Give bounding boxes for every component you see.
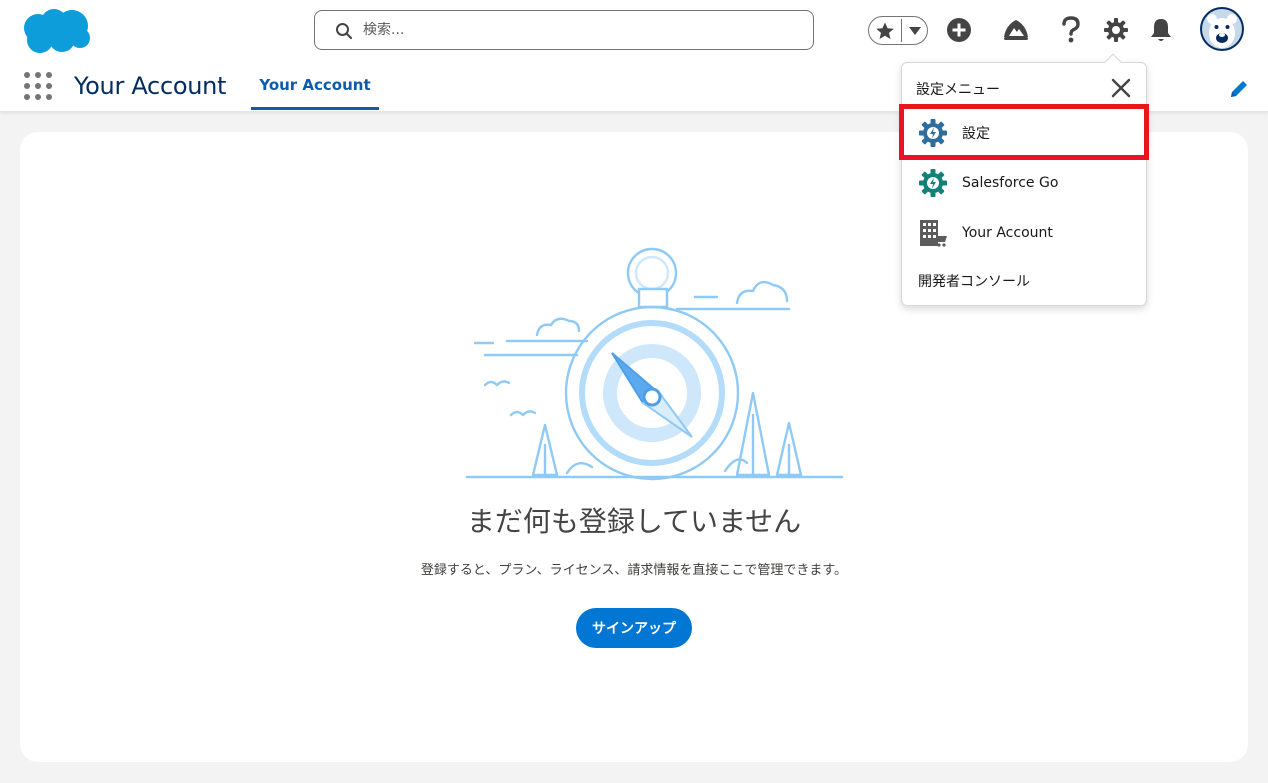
bell-icon — [1151, 19, 1171, 41]
favorites-button[interactable] — [869, 17, 901, 44]
search-icon — [336, 23, 353, 40]
empty-state-title: まだ何も登録していません — [466, 505, 802, 538]
salesforce-go-icon — [919, 169, 947, 197]
close-menu-button[interactable] — [1108, 75, 1134, 101]
menu-item-developer-console[interactable]: 開発者コンソール — [902, 256, 1148, 306]
avatar[interactable] — [1200, 7, 1244, 51]
help-button[interactable] — [1055, 14, 1087, 46]
edit-nav-pencil-icon[interactable] — [1228, 78, 1250, 100]
menu-item-your-account[interactable]: Your Account — [902, 208, 1148, 258]
notifications-button[interactable] — [1145, 14, 1177, 46]
bear-avatar-icon — [1202, 9, 1242, 49]
menu-item-your-account-label: Your Account — [962, 225, 1053, 241]
setup-menu: 設定メニュー 設定 Salesforce Go Your Account 開発者… — [901, 53, 1148, 306]
help-icon — [1062, 16, 1080, 43]
salesforce-cloud-logo[interactable] — [18, 6, 92, 56]
setup-button[interactable] — [1100, 14, 1132, 46]
app-launcher-icon[interactable] — [24, 72, 54, 102]
menu-item-developer-console-label: 開発者コンソール — [918, 274, 1030, 290]
favorites-group — [868, 16, 928, 45]
add-icon — [947, 18, 971, 42]
trailhead-icon — [1004, 20, 1028, 40]
app-name: Your Account — [74, 72, 227, 100]
global-header — [0, 0, 1268, 62]
global-actions-button[interactable] — [943, 14, 975, 46]
compass-illustration — [465, 247, 844, 481]
sign-up-button[interactable]: サインアップ — [576, 608, 692, 648]
tab-your-account[interactable]: Your Account — [251, 62, 379, 110]
empty-state-subtitle: 登録すると、プラン、ライセンス、請求情報を直接ここで管理できます。 — [420, 563, 848, 578]
trailhead-button[interactable] — [1000, 14, 1032, 46]
star-icon — [876, 22, 894, 39]
menu-item-salesforce-go[interactable]: Salesforce Go — [902, 158, 1148, 208]
gear-icon — [1104, 18, 1128, 42]
building-icon — [920, 220, 947, 247]
chevron-down-icon — [909, 26, 921, 35]
setup-menu-title: 設定メニュー — [916, 82, 1000, 98]
highlight-box — [899, 104, 1149, 160]
menu-item-salesforce-go-label: Salesforce Go — [962, 175, 1059, 191]
favorites-list-button[interactable] — [902, 17, 927, 44]
close-icon — [1111, 78, 1131, 98]
search-input[interactable] — [363, 17, 793, 43]
global-search[interactable] — [314, 10, 814, 50]
